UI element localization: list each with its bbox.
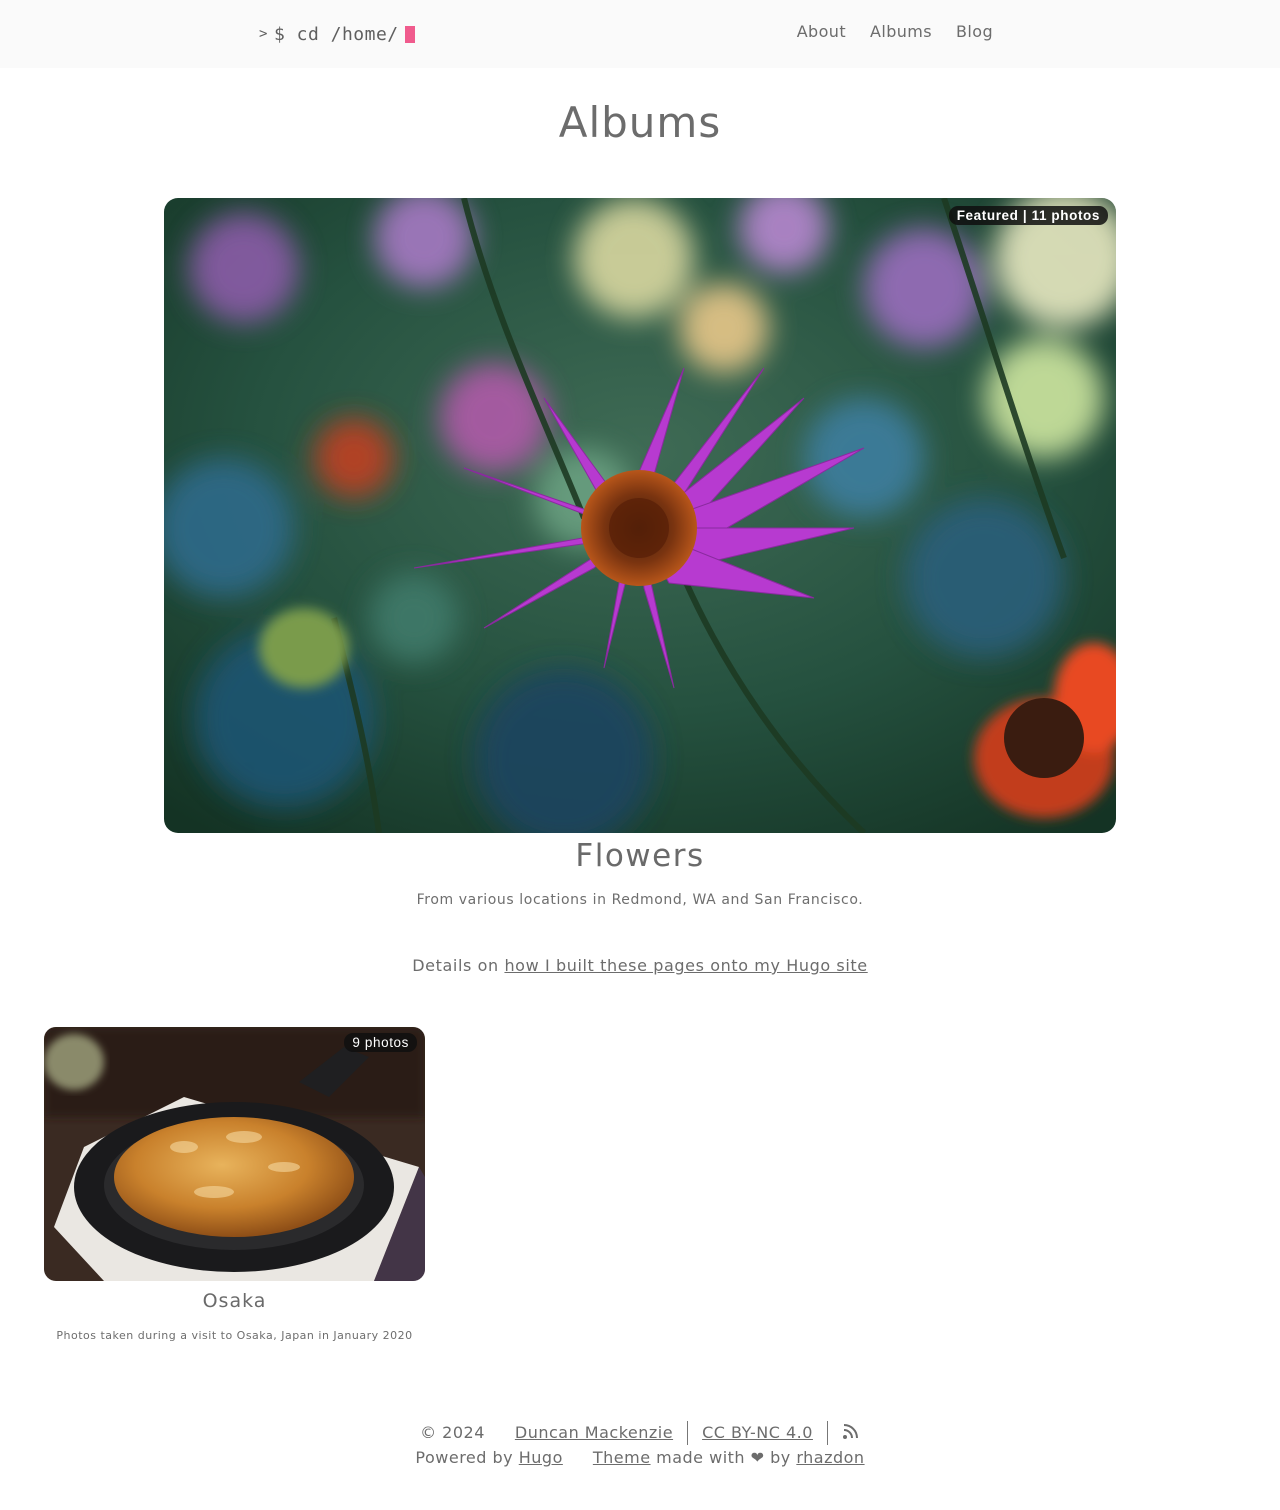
rss-link[interactable] bbox=[842, 1422, 860, 1444]
footer-divider bbox=[687, 1420, 689, 1445]
theme-author-link[interactable]: rhazdon bbox=[796, 1448, 864, 1467]
made-with-text: made with bbox=[650, 1448, 751, 1467]
site-logo-link[interactable]: > $ cd /home/ bbox=[259, 20, 415, 48]
main-nav: About Albums Blog bbox=[797, 22, 993, 41]
album-card-osaka[interactable]: 9 photos bbox=[44, 1027, 425, 1281]
album-title-osaka[interactable]: Osaka bbox=[44, 1290, 425, 1312]
details-prefix: Details on bbox=[412, 956, 505, 975]
site-header: > $ cd /home/ About Albums Blog bbox=[0, 0, 1280, 68]
page-title: Albums bbox=[558, 98, 722, 147]
by-text: by bbox=[764, 1448, 797, 1467]
flower-photo bbox=[164, 198, 1116, 833]
copyright-text: © 2024 bbox=[420, 1423, 485, 1442]
site-footer: © 2024 Duncan Mackenzie CC BY-NC 4.0 Pow… bbox=[0, 1420, 1280, 1470]
terminal-cursor-icon bbox=[404, 25, 415, 43]
featured-photo-count-badge: Featured | 11 photos bbox=[948, 206, 1108, 225]
hugo-build-article-link[interactable]: how I built these pages onto my Hugo sit… bbox=[504, 956, 867, 975]
details-line: Details on how I built these pages onto … bbox=[0, 956, 1280, 975]
prompt-caret: > bbox=[259, 26, 268, 42]
nav-item-blog[interactable]: Blog bbox=[956, 22, 993, 41]
featured-album-description: From various locations in Redmond, WA an… bbox=[416, 892, 864, 908]
license-link[interactable]: CC BY-NC 4.0 bbox=[702, 1423, 813, 1442]
theme-link[interactable]: Theme bbox=[593, 1448, 651, 1467]
gyoza-skillet-photo bbox=[44, 1027, 425, 1281]
footer-copyright-row: © 2024 Duncan Mackenzie CC BY-NC 4.0 bbox=[0, 1420, 1280, 1445]
album-description-osaka: Photos taken during a visit to Osaka, Ja… bbox=[56, 1329, 413, 1342]
rss-icon bbox=[842, 1423, 858, 1439]
hugo-link[interactable]: Hugo bbox=[519, 1448, 563, 1467]
featured-album-title[interactable]: Flowers bbox=[0, 838, 1280, 874]
album-photo-count-badge: 9 photos bbox=[344, 1033, 417, 1052]
nav-item-albums[interactable]: Albums bbox=[870, 22, 932, 41]
nav-item-about[interactable]: About bbox=[797, 22, 846, 41]
footer-divider bbox=[826, 1420, 828, 1445]
author-link[interactable]: Duncan Mackenzie bbox=[515, 1423, 673, 1442]
brand-text: $ cd /home/ bbox=[273, 23, 399, 45]
featured-album-link[interactable]: Featured | 11 photos bbox=[164, 198, 1116, 833]
footer-credits-row: Powered by Hugo Theme made with ❤ by rha… bbox=[0, 1445, 1280, 1470]
powered-by-text: Powered by bbox=[415, 1448, 519, 1467]
heart-icon: ❤ bbox=[750, 1448, 765, 1467]
